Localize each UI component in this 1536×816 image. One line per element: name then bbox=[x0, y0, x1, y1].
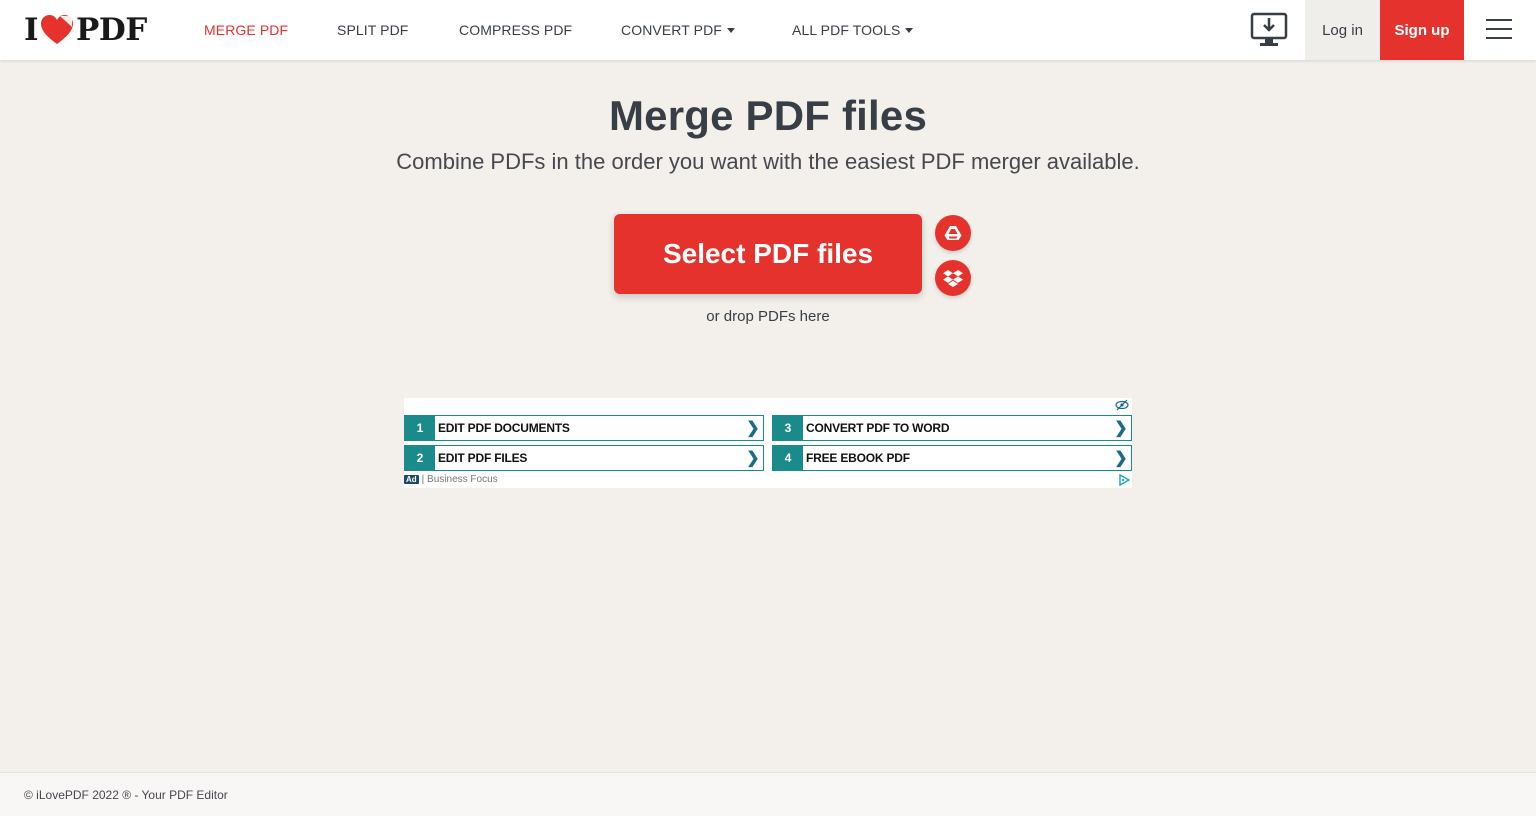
signup-button[interactable]: Sign up bbox=[1380, 0, 1464, 60]
ad-badge: Ad bbox=[404, 474, 419, 484]
ad-item-label: EDIT PDF DOCUMENTS bbox=[438, 421, 570, 435]
ad-item-label: CONVERT PDF TO WORD bbox=[806, 421, 950, 435]
ad-footer: Ad | Business Focus bbox=[404, 472, 498, 486]
nav-convert-pdf[interactable]: CONVERT PDF bbox=[621, 22, 735, 38]
nav-all-pdf-tools[interactable]: ALL PDF TOOLS bbox=[792, 22, 914, 38]
page-subtitle: Combine PDFs in the order you want with … bbox=[396, 149, 1140, 174]
chevron-right-icon: ❯ bbox=[746, 450, 760, 467]
ad-sponsor[interactable]: | Business Focus bbox=[422, 474, 498, 485]
login-button[interactable]: Log in bbox=[1305, 0, 1380, 60]
hamburger-menu-icon[interactable] bbox=[1486, 19, 1512, 41]
caret-down-icon bbox=[726, 28, 735, 33]
hide-ad-eye-icon[interactable] bbox=[1115, 399, 1129, 411]
nav-split-pdf[interactable]: SPLIT PDF bbox=[337, 22, 408, 38]
nav-label: MERGE PDF bbox=[204, 22, 289, 38]
ad-link[interactable]: 2 EDIT PDF FILES ❯ bbox=[404, 445, 764, 471]
select-pdf-files-button[interactable]: Select PDF files bbox=[614, 214, 922, 294]
page-title: Merge PDF files bbox=[608, 92, 928, 139]
page-footer: © iLovePDF 2022 ® - Your PDF Editor bbox=[0, 772, 1536, 816]
menu-bar bbox=[1486, 19, 1512, 21]
dropbox-icon bbox=[943, 270, 963, 287]
ad-link[interactable]: 3 CONVERT PDF TO WORD ❯ bbox=[772, 415, 1132, 441]
nav-merge-pdf[interactable]: MERGE PDF bbox=[204, 22, 288, 38]
copyright-text: © iLovePDF 2022 ® - Your PDF Editor bbox=[24, 788, 228, 802]
ilovepdf-logo[interactable]: I PDF bbox=[24, 12, 147, 48]
chevron-right-icon: ❯ bbox=[1114, 450, 1128, 467]
ad-item-label: EDIT PDF FILES bbox=[438, 451, 528, 465]
logo-text-pdf: PDF bbox=[76, 12, 147, 48]
ad-item-label: FREE EBOOK PDF bbox=[806, 451, 910, 465]
menu-bar bbox=[1486, 28, 1512, 30]
ad-item-number: 2 bbox=[405, 446, 435, 470]
ad-item-number: 1 bbox=[405, 416, 435, 440]
dropbox-button[interactable] bbox=[935, 260, 971, 296]
ad-item-number: 3 bbox=[773, 416, 803, 440]
drop-files-hint: or drop PDFs here bbox=[706, 308, 830, 325]
nav-label: COMPRESS PDF bbox=[459, 22, 573, 38]
menu-bar bbox=[1486, 37, 1512, 39]
desktop-download-icon[interactable] bbox=[1250, 12, 1288, 48]
google-drive-icon bbox=[944, 226, 962, 240]
ad-link[interactable]: 4 FREE EBOOK PDF ❯ bbox=[772, 445, 1132, 471]
google-drive-button[interactable] bbox=[935, 215, 971, 251]
chevron-right-icon: ❯ bbox=[746, 420, 760, 437]
adchoices-icon[interactable] bbox=[1118, 474, 1130, 486]
ad-link[interactable]: 1 EDIT PDF DOCUMENTS ❯ bbox=[404, 415, 764, 441]
top-header: I PDF MERGE PDF SPLIT PDF COMPRESS PDF C… bbox=[0, 0, 1536, 60]
nav-label: SPLIT PDF bbox=[337, 22, 409, 38]
nav-compress-pdf[interactable]: COMPRESS PDF bbox=[459, 22, 572, 38]
nav-label: CONVERT PDF bbox=[621, 22, 722, 38]
caret-down-icon bbox=[905, 28, 914, 33]
ad-banner: 1 EDIT PDF DOCUMENTS ❯ 2 EDIT PDF FILES … bbox=[404, 398, 1132, 488]
logo-text-i: I bbox=[24, 12, 39, 48]
nav-label: ALL PDF TOOLS bbox=[792, 22, 901, 38]
ad-item-number: 4 bbox=[773, 446, 803, 470]
heart-icon bbox=[41, 15, 74, 44]
chevron-right-icon: ❯ bbox=[1114, 420, 1128, 437]
